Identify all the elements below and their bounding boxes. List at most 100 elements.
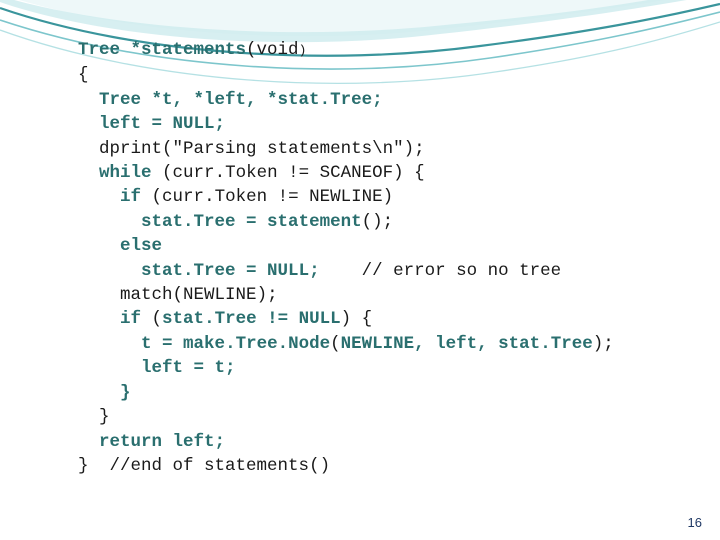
code-token: curr bbox=[162, 187, 205, 208]
code-token: ) bbox=[298, 43, 307, 58]
code-token: ) bbox=[382, 187, 394, 208]
code-line: return left; bbox=[78, 430, 708, 454]
code-token: Tree = NULL; bbox=[193, 260, 320, 281]
code-token: { bbox=[78, 65, 89, 86]
code-token: Tree bbox=[235, 333, 278, 354]
code-token: . bbox=[204, 309, 215, 330]
code-token: ( bbox=[141, 187, 163, 208]
code-token: = bbox=[183, 358, 215, 379]
code-token: . bbox=[214, 163, 226, 184]
code-token: "Parsing statements\n" bbox=[172, 138, 404, 159]
code-token: match bbox=[120, 285, 173, 306]
code-token: (); bbox=[361, 211, 394, 232]
code-token: . bbox=[204, 187, 215, 208]
code-token: = bbox=[141, 114, 173, 135]
code-token: t bbox=[141, 333, 152, 354]
code-token: NEWLINE bbox=[183, 285, 257, 306]
code-token: if bbox=[120, 187, 142, 208]
code-token: } bbox=[78, 455, 89, 476]
code-token: Token != SCANEOF bbox=[225, 163, 394, 184]
code-line: Tree *statements(void) bbox=[78, 38, 708, 63]
code-token: return left; bbox=[99, 431, 226, 452]
code-token: ); bbox=[256, 285, 278, 306]
code-line: dprint("Parsing statements\n"); bbox=[78, 137, 708, 161]
code-token: ( bbox=[141, 309, 163, 330]
code-token: ) { bbox=[393, 163, 425, 184]
code-token: Tree; bbox=[330, 89, 383, 110]
code-token: ); bbox=[403, 138, 425, 159]
code-token: while bbox=[99, 163, 152, 184]
code-token: ); bbox=[592, 333, 614, 354]
code-token: . bbox=[319, 89, 331, 110]
code-line: while (curr.Token != SCANEOF) { bbox=[78, 161, 708, 185]
code-token: make bbox=[183, 333, 226, 354]
code-line: } bbox=[78, 381, 708, 405]
code-token: } bbox=[120, 382, 131, 403]
code-line: if (curr.Token != NEWLINE) bbox=[78, 185, 708, 209]
code-token: . bbox=[183, 260, 194, 281]
code-token: stat bbox=[141, 260, 184, 281]
code-token: t; bbox=[214, 358, 236, 379]
code-token: () bbox=[309, 455, 331, 476]
page-number: 16 bbox=[687, 515, 702, 530]
code-line: else bbox=[78, 234, 708, 258]
code-token: ( bbox=[330, 333, 341, 354]
code-token: } bbox=[99, 407, 110, 428]
code-line: match(NEWLINE); bbox=[78, 283, 708, 307]
code-token: NULL; bbox=[172, 114, 226, 135]
code-token: ( bbox=[246, 40, 257, 60]
code-token: dprint bbox=[99, 138, 163, 159]
code-token: Tree bbox=[550, 333, 593, 354]
code-token: NEWLINE, left, stat bbox=[340, 333, 541, 354]
code-token: . bbox=[277, 333, 289, 354]
code-line: { bbox=[78, 63, 708, 87]
code-token: = bbox=[151, 333, 184, 354]
code-token: Token != NEWLINE bbox=[214, 187, 383, 208]
code-token: void bbox=[256, 40, 299, 60]
code-token: left bbox=[141, 358, 184, 379]
code-line: Tree *t, *left, *stat.Tree; bbox=[78, 88, 708, 112]
code-line: stat.Tree = NULL; // error so no tree bbox=[78, 259, 708, 283]
code-token: ( bbox=[151, 163, 173, 184]
code-token: ( bbox=[162, 138, 173, 159]
code-line: stat.Tree = statement(); bbox=[78, 210, 708, 234]
code-token: curr bbox=[172, 163, 215, 184]
code-line: } bbox=[78, 405, 708, 429]
code-token: . bbox=[225, 333, 236, 354]
code-token: // error so no tree bbox=[319, 260, 562, 281]
code-token: ) { bbox=[340, 309, 373, 330]
code-block: Tree *statements(void){ Tree *t, *left, … bbox=[78, 38, 708, 478]
code-line: left = t; bbox=[78, 356, 708, 380]
code-token: if bbox=[120, 309, 142, 330]
code-token: Tree = statement bbox=[193, 211, 362, 232]
code-token: Tree *statements bbox=[78, 40, 247, 60]
code-token: // bbox=[88, 455, 131, 476]
code-line: left = NULL; bbox=[78, 112, 708, 136]
code-token: ( bbox=[172, 285, 184, 306]
code-token: Tree != NULL bbox=[214, 309, 341, 330]
code-token: Tree *t, *left, *stat bbox=[99, 89, 320, 110]
slide: Tree *statements(void){ Tree *t, *left, … bbox=[0, 0, 720, 540]
code-line: t = make.Tree.Node(NEWLINE, left, stat.T… bbox=[78, 332, 708, 356]
code-line: if (stat.Tree != NULL) { bbox=[78, 307, 708, 331]
code-token: stat bbox=[141, 211, 184, 232]
code-token: else bbox=[120, 236, 163, 257]
code-token: stat bbox=[162, 309, 205, 330]
code-token: end of statements bbox=[130, 455, 310, 476]
code-token: . bbox=[540, 333, 551, 354]
